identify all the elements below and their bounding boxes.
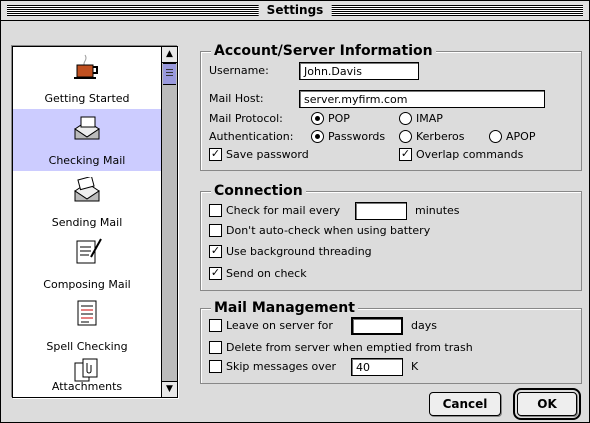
background-threading-label: Use background threading xyxy=(226,245,372,258)
skip-unit-label: K xyxy=(411,360,419,373)
checkbox-icon xyxy=(209,359,222,373)
delete-from-server-checkbox[interactable]: Delete from server when emptied from tra… xyxy=(209,339,473,357)
scroll-down-arrow-icon[interactable]: ▼ xyxy=(162,381,177,397)
protocol-imap-label: IMAP xyxy=(416,112,443,125)
check-every-checkbox[interactable]: Check for mail every xyxy=(209,202,340,220)
auth-kerberos-radio[interactable]: Kerberos xyxy=(399,128,464,146)
checkmark-icon: ✓ xyxy=(209,243,222,258)
settings-window: Settings Getting Started Checking Mail S… xyxy=(0,0,590,423)
cancel-button[interactable]: Cancel xyxy=(429,392,501,416)
composing-mail-icon xyxy=(76,238,102,264)
authentication-label: Authentication: xyxy=(209,130,294,143)
checkmark-icon: ✓ xyxy=(399,146,412,161)
sidebar-item-label: Composing Mail xyxy=(43,278,131,291)
ok-button[interactable]: OK xyxy=(513,388,581,420)
sidebar-item-getting-started[interactable]: Getting Started xyxy=(13,47,161,109)
checkmark-icon: ✓ xyxy=(209,265,222,280)
auth-apop-label: APOP xyxy=(506,130,536,143)
overlap-commands-checkbox[interactable]: ✓ Overlap commands xyxy=(399,146,523,164)
username-field[interactable]: John.Davis xyxy=(299,62,419,80)
radio-selected-icon xyxy=(311,111,324,125)
check-interval-field[interactable] xyxy=(355,202,407,220)
checkbox-icon xyxy=(209,340,222,354)
leave-on-server-label: Leave on server for xyxy=(226,319,333,332)
auth-apop-radio[interactable]: APOP xyxy=(489,128,535,146)
radio-icon xyxy=(399,129,412,143)
leave-on-server-row: Leave on server for days xyxy=(209,317,569,335)
sidebar-item-composing-mail[interactable]: Composing Mail xyxy=(13,233,161,295)
overlap-commands-label: Overlap commands xyxy=(416,148,524,161)
checkbox-icon xyxy=(209,318,222,332)
scroll-thumb[interactable] xyxy=(163,63,176,85)
leave-on-server-checkbox[interactable]: Leave on server for xyxy=(209,317,333,335)
window-title: Settings xyxy=(258,2,332,19)
mail-management-group: Mail Management Leave on server for days… xyxy=(200,300,582,384)
save-password-checkbox[interactable]: ✓ Save password xyxy=(209,146,309,164)
send-on-check-row: ✓ Send on check xyxy=(209,265,569,283)
delete-from-server-row: Delete from server when emptied from tra… xyxy=(209,339,579,357)
spell-check-icon xyxy=(77,300,97,326)
sidebar-item-attachments[interactable]: Attachments xyxy=(13,357,161,397)
dont-autocheck-checkbox[interactable]: Don't auto-check when using battery xyxy=(209,222,430,240)
sidebar-item-label: Attachments xyxy=(51,380,123,393)
sidebar-item-sending-mail[interactable]: Sending Mail xyxy=(13,171,161,233)
days-label: days xyxy=(411,319,437,332)
auth-passwords-label: Passwords xyxy=(328,130,386,143)
auth-passwords-radio[interactable]: Passwords xyxy=(311,128,385,146)
coffee-cup-icon xyxy=(74,54,98,79)
password-options-row: ✓ Save password ✓ Overlap commands xyxy=(209,146,579,164)
username-label: Username: xyxy=(209,64,269,77)
radio-selected-icon xyxy=(311,129,324,143)
mail-protocol-row: Mail Protocol: POP IMAP xyxy=(209,110,579,128)
dont-autocheck-label: Don't auto-check when using battery xyxy=(226,224,431,237)
scroll-up-arrow-icon[interactable]: ▲ xyxy=(162,47,177,63)
sending-mail-icon xyxy=(74,177,100,202)
sidebar-item-checking-mail[interactable]: Checking Mail xyxy=(13,109,161,171)
mail-management-title: Mail Management xyxy=(211,300,358,316)
protocol-pop-label: POP xyxy=(328,112,350,125)
account-server-group: Account/Server Information Username: Joh… xyxy=(200,43,582,171)
auth-kerberos-label: Kerberos xyxy=(416,130,465,143)
mail-host-label: Mail Host: xyxy=(209,92,264,105)
threading-row: ✓ Use background threading xyxy=(209,243,569,261)
delete-from-server-label: Delete from server when emptied from tra… xyxy=(226,341,473,354)
send-on-check-checkbox[interactable]: ✓ Send on check xyxy=(209,265,307,283)
leave-days-field[interactable] xyxy=(351,317,403,335)
checkbox-icon xyxy=(209,203,222,217)
connection-group: Connection Check for mail every minutes … xyxy=(200,183,582,291)
battery-row: Don't auto-check when using battery xyxy=(209,222,569,240)
save-password-label: Save password xyxy=(226,148,309,161)
authentication-row: Authentication: Passwords Kerberos APOP xyxy=(209,128,579,146)
skip-messages-label: Skip messages over xyxy=(226,360,337,373)
sidebar-item-label: Getting Started xyxy=(44,92,130,105)
connection-title: Connection xyxy=(211,183,306,199)
send-on-check-label: Send on check xyxy=(226,267,307,280)
mail-host-row: Mail Host: server.myfirm.com xyxy=(209,90,569,108)
skip-messages-row: Skip messages over 40 K xyxy=(209,358,569,376)
check-every-row: Check for mail every minutes xyxy=(209,202,569,220)
protocol-pop-radio[interactable]: POP xyxy=(311,110,350,128)
checking-mail-icon xyxy=(74,116,100,140)
sidebar-item-label: Checking Mail xyxy=(48,154,126,167)
background-threading-checkbox[interactable]: ✓ Use background threading xyxy=(209,243,372,261)
account-server-title: Account/Server Information xyxy=(211,43,436,59)
title-bar[interactable]: Settings xyxy=(1,1,589,21)
sidebar-item-label: Spell Checking xyxy=(46,340,128,353)
radio-icon xyxy=(399,111,412,125)
settings-category-list[interactable]: Getting Started Checking Mail Sending Ma… xyxy=(12,46,178,398)
minutes-label: minutes xyxy=(415,204,460,217)
sidebar-item-label: Sending Mail xyxy=(51,216,123,229)
mail-protocol-label: Mail Protocol: xyxy=(209,112,283,125)
username-row: Username: John.Davis xyxy=(209,62,569,80)
skip-size-field[interactable]: 40 xyxy=(351,358,403,376)
protocol-imap-radio[interactable]: IMAP xyxy=(399,110,443,128)
checkbox-icon xyxy=(209,223,222,237)
sidebar-item-spell-checking[interactable]: Spell Checking xyxy=(13,295,161,357)
sidebar-scrollbar[interactable]: ▲ ▼ xyxy=(161,47,177,397)
skip-messages-checkbox[interactable]: Skip messages over xyxy=(209,358,336,376)
check-every-label: Check for mail every xyxy=(226,204,341,217)
mail-host-field[interactable]: server.myfirm.com xyxy=(299,90,545,108)
checkmark-icon: ✓ xyxy=(209,146,222,161)
radio-icon xyxy=(489,129,502,143)
